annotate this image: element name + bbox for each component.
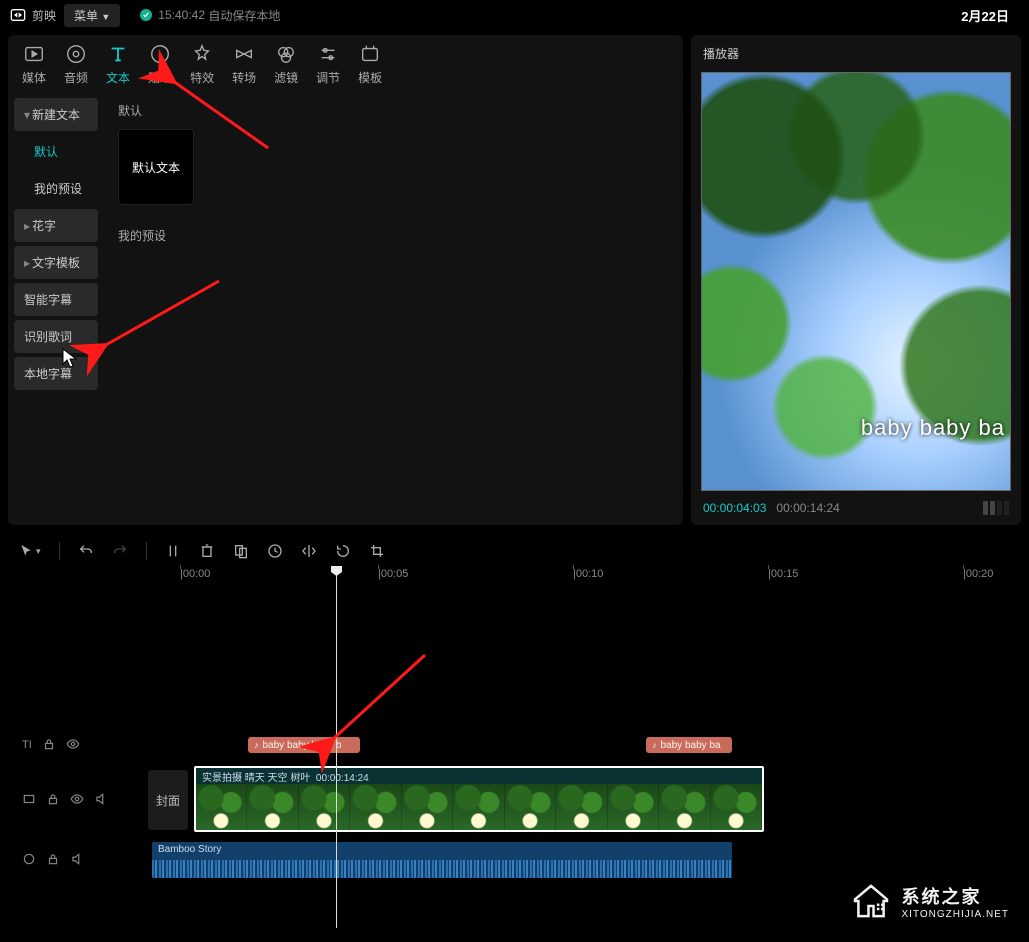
text-track: TI ♪baby baby baby b ♪baby baby ba: [8, 730, 1021, 760]
tab-filter[interactable]: 滤镜: [274, 43, 298, 86]
tab-adjust[interactable]: 调节: [316, 43, 340, 86]
sidebar-local-subtitle[interactable]: 本地字幕: [14, 357, 98, 390]
tab-sticker[interactable]: 贴纸: [148, 43, 172, 86]
video-track: 封面 实景拍摄 晴天 天空 树叶 00:00:14:24: [8, 764, 1021, 836]
eye-icon[interactable]: [70, 792, 84, 809]
lock-icon[interactable]: [46, 792, 60, 809]
pointer-tool-icon[interactable]: ▾: [18, 543, 41, 559]
crop-icon[interactable]: [369, 543, 385, 559]
ratio-icon[interactable]: [983, 501, 1009, 515]
tab-media[interactable]: 媒体: [22, 43, 46, 86]
date-label: 2月22日: [961, 6, 1009, 25]
sidebar-new-text[interactable]: ▾新建文本: [14, 98, 98, 131]
playhead[interactable]: [336, 568, 337, 928]
video-track-icon: [22, 792, 36, 809]
audio-clip[interactable]: Bamboo Story: [152, 842, 732, 878]
lock-icon[interactable]: [46, 852, 60, 869]
tab-template[interactable]: 模板: [358, 43, 382, 86]
video-clip[interactable]: 实景拍摄 晴天 天空 树叶 00:00:14:24: [194, 766, 764, 832]
sidebar-my-presets[interactable]: 我的预设: [14, 172, 98, 205]
app-logo-icon: [10, 7, 26, 23]
undo-icon[interactable]: [78, 543, 94, 559]
mirror-icon[interactable]: [301, 543, 317, 559]
speed-icon[interactable]: [267, 543, 283, 559]
section-presets: 我的预设: [118, 227, 669, 244]
sidebar-smart-subtitle[interactable]: 智能字幕: [14, 283, 98, 316]
watermark: 系统之家 XITONGZHIJIA.NET: [850, 882, 1010, 920]
tab-transition[interactable]: 转场: [232, 43, 256, 86]
mute-icon[interactable]: [70, 852, 84, 869]
default-text-thumb[interactable]: 默认文本: [118, 129, 194, 205]
audio-track-icon: [22, 852, 36, 869]
lock-icon[interactable]: [42, 737, 56, 754]
split-icon[interactable]: [165, 543, 181, 559]
menu-button[interactable]: 菜单 ▼: [64, 4, 120, 27]
sidebar-recognize-lyrics[interactable]: 识别歌词: [14, 320, 98, 353]
sidebar-default[interactable]: 默认: [14, 135, 98, 168]
rotate-icon[interactable]: [335, 543, 351, 559]
copy-icon[interactable]: [233, 543, 249, 559]
check-icon: [140, 9, 152, 21]
app-name: 剪映: [32, 7, 56, 24]
sidebar-text-template[interactable]: ▸文字模板: [14, 246, 98, 279]
redo-icon[interactable]: [112, 543, 128, 559]
timecode-duration: 00:00:14:24: [776, 501, 839, 515]
player-title: 播放器: [691, 35, 1021, 72]
tab-audio[interactable]: 音频: [64, 43, 88, 86]
delete-icon[interactable]: [199, 543, 215, 559]
tab-effects[interactable]: 特效: [190, 43, 214, 86]
mouse-cursor: [62, 348, 78, 373]
cover-button[interactable]: 封面: [148, 770, 188, 830]
timecode-current: 00:00:04:03: [703, 501, 766, 515]
time-ruler[interactable]: |00:00 |00:05 |00:10 |00:15 |00:20: [168, 568, 1021, 588]
house-icon: [850, 882, 892, 920]
mute-icon[interactable]: [94, 792, 108, 809]
sidebar-fancy-text[interactable]: ▸花字: [14, 209, 98, 242]
text-clip-1[interactable]: ♪baby baby baby b: [248, 737, 360, 753]
eye-icon[interactable]: [66, 737, 80, 754]
text-track-icon: TI: [22, 739, 32, 751]
section-default: 默认: [118, 102, 669, 119]
tab-text[interactable]: 文本: [106, 43, 130, 86]
player-viewport[interactable]: baby baby ba: [701, 72, 1011, 491]
text-clip-2[interactable]: ♪baby baby ba: [646, 737, 732, 753]
autosave-status: 15:40:42 自动保存本地: [140, 7, 280, 24]
audio-track: Bamboo Story: [8, 840, 1021, 880]
